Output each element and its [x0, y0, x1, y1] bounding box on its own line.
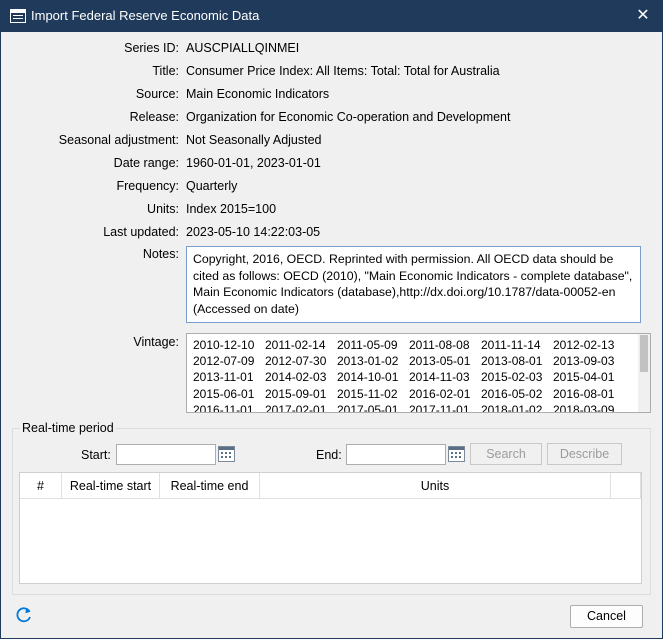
field-value: AUSCPIALLQINMEI — [186, 41, 300, 55]
vintage-item[interactable]: 2013-08-01 — [481, 353, 553, 369]
field-value: 1960-01-01, 2023-01-01 — [186, 156, 321, 170]
vintage-item[interactable]: 2012-02-13 — [553, 337, 625, 353]
col-header-realtime-start[interactable]: Real-time start — [62, 473, 160, 499]
vintage-item[interactable]: 2013-09-03 — [553, 353, 625, 369]
field-label: Units: — [147, 202, 179, 216]
field-label: Source: — [135, 87, 179, 101]
field-label: Seasonal adjustment: — [58, 133, 179, 147]
field-value: Main Economic Indicators — [186, 87, 330, 101]
col-header-index[interactable]: # — [20, 473, 62, 499]
field-value: Quarterly — [186, 179, 238, 193]
title-bar[interactable]: Import Federal Reserve Economic Data ✕ — [1, 1, 662, 32]
vintage-item[interactable]: 2014-11-03 — [409, 369, 481, 385]
field-value: Not Seasonally Adjusted — [186, 133, 322, 147]
vintage-item[interactable]: 2017-05-01 — [337, 402, 409, 412]
vintage-item[interactable]: 2018-03-09 — [553, 402, 625, 412]
start-date-input[interactable] — [116, 444, 216, 465]
realtime-group-title: Real-time period — [20, 421, 116, 435]
vintage-item[interactable]: 2016-05-02 — [481, 386, 553, 402]
vintage-item[interactable]: 2017-11-01 — [409, 402, 481, 412]
vintage-item[interactable]: 2015-04-01 — [553, 369, 625, 385]
vintage-item[interactable]: 2016-02-01 — [409, 386, 481, 402]
vintage-label: Vintage: — [133, 335, 179, 349]
search-button[interactable]: Search — [470, 443, 542, 465]
vintage-item[interactable]: 2013-01-02 — [337, 353, 409, 369]
describe-button[interactable]: Describe — [547, 443, 622, 465]
field-value: Index 2015=100 — [186, 202, 277, 216]
vintage-item[interactable]: 2011-02-14 — [265, 337, 337, 353]
realtime-table[interactable]: # Real-time start Real-time end Units — [19, 472, 642, 584]
end-calendar-icon[interactable] — [448, 446, 465, 462]
field-label: Date range: — [113, 156, 179, 170]
field-value: Consumer Price Index: All Items: Total: … — [186, 64, 500, 78]
notes-textbox[interactable]: Copyright, 2016, OECD. Reprinted with pe… — [186, 246, 641, 323]
scrollbar-thumb[interactable] — [640, 335, 648, 372]
col-header-realtime-end[interactable]: Real-time end — [160, 473, 260, 499]
end-date-input[interactable] — [346, 444, 446, 465]
close-icon[interactable]: ✕ — [632, 5, 654, 27]
vintage-item[interactable]: 2015-09-01 — [265, 386, 337, 402]
vintage-item[interactable]: 2011-08-08 — [409, 337, 481, 353]
field-label: Release: — [129, 110, 179, 124]
vintage-item[interactable]: 2016-11-01 — [193, 402, 265, 412]
vintage-scrollbar[interactable] — [638, 334, 650, 412]
vintage-item[interactable]: 2017-02-01 — [265, 402, 337, 412]
vintage-item[interactable]: 2013-11-01 — [193, 369, 265, 385]
vintage-grid: 2010-12-10 2011-02-14 2011-05-09 2011-08-08… — [193, 337, 633, 412]
field-label: Title: — [152, 64, 179, 78]
vintage-item[interactable]: 2015-11-02 — [337, 386, 409, 402]
vintage-item[interactable]: 2013-05-01 — [409, 353, 481, 369]
col-header-filler — [611, 473, 641, 499]
vintage-item[interactable]: 2015-02-03 — [481, 369, 553, 385]
vintage-item[interactable]: 2014-02-03 — [265, 369, 337, 385]
app-window-icon — [10, 9, 26, 23]
end-label: End: — [316, 448, 342, 462]
vintage-item[interactable]: 2018-01-02 — [481, 402, 553, 412]
vintage-item[interactable]: 2015-06-01 — [193, 386, 265, 402]
vintage-item[interactable]: 2016-08-01 — [553, 386, 625, 402]
field-label: Last updated: — [103, 225, 179, 239]
col-header-units[interactable]: Units — [260, 473, 611, 499]
window-title: Import Federal Reserve Economic Data — [31, 8, 260, 23]
start-calendar-icon[interactable] — [218, 446, 235, 462]
field-label: Series ID: — [124, 41, 179, 55]
vintage-item[interactable]: 2010-12-10 — [193, 337, 265, 353]
dialog-window: Import Federal Reserve Economic Data ✕ S… — [0, 0, 663, 639]
field-label: Frequency: — [116, 179, 179, 193]
vintage-item[interactable]: 2011-11-14 — [481, 337, 553, 353]
vintage-item[interactable]: 2012-07-30 — [265, 353, 337, 369]
notes-label: Notes: — [142, 247, 179, 261]
field-value: 2023-05-10 14:22:03-05 — [186, 225, 321, 239]
cancel-button[interactable]: Cancel — [570, 605, 643, 628]
field-value: Organization for Economic Co-operation a… — [186, 110, 511, 124]
start-label: Start: — [81, 448, 111, 462]
vintage-item[interactable]: 2011-05-09 — [337, 337, 409, 353]
refresh-icon[interactable] — [15, 606, 33, 624]
vintage-item[interactable]: 2014-10-01 — [337, 369, 409, 385]
vintage-item[interactable]: 2012-07-09 — [193, 353, 265, 369]
vintage-list[interactable]: 2010-12-10 2011-02-14 2011-05-09 2011-08-08… — [186, 333, 651, 413]
